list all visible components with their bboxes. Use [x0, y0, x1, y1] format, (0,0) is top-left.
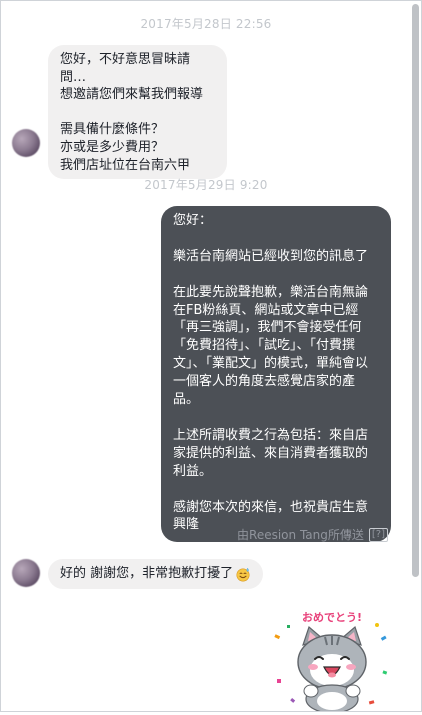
sweat-smile-emoji — [236, 567, 250, 582]
sent-by-label: 由Reesion Tang所傳送 — [237, 528, 364, 542]
sticker-caption: おめでとう! — [302, 611, 362, 624]
scrollbar[interactable] — [412, 4, 419, 577]
sender-avatar[interactable] — [12, 559, 40, 587]
timestamp: 2017年5月28日 22:56 — [140, 17, 272, 31]
chat-window: 2017年5月28日 22:56 您好，不好意思冒昧請問… 想邀請您們來幫我們報… — [0, 0, 422, 714]
incoming-message-bubble[interactable]: 好的 謝謝您，非常抱歉打擾了 — [48, 559, 264, 589]
timestamp: 2017年5月29日 9:20 — [144, 178, 268, 192]
sent-by-note: 由Reesion Tang所傳送 [?] — [237, 526, 388, 543]
cat-congratulations-sticker[interactable]: おめでとう! — [269, 607, 395, 714]
sender-avatar[interactable] — [12, 129, 40, 157]
incoming-message-bubble[interactable]: 您好，不好意思冒昧請問… 想邀請您們來幫我們報導 需具備什麼條件？ 亦或是多少費… — [48, 45, 227, 180]
help-link[interactable]: [?] — [368, 527, 388, 542]
message-text: 好的 謝謝您，非常抱歉打擾了 — [60, 566, 234, 581]
outgoing-message-bubble[interactable]: 您好： 樂活台南網站已經收到您的訊息了 在此要先說聲抱歉，樂活台南無論在FB粉絲… — [161, 206, 391, 543]
